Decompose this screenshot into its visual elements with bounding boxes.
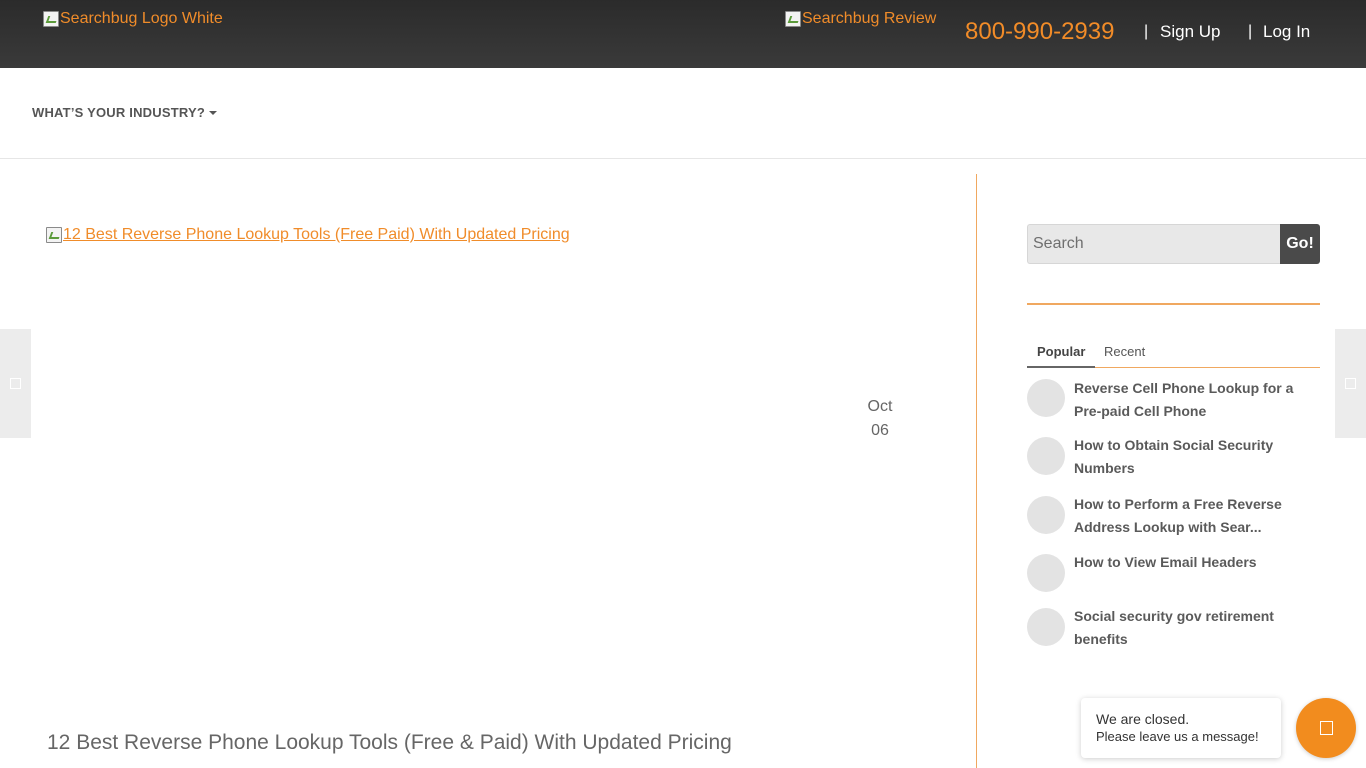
top-header-bar: Searchbug Logo White Searchbug Review 80… — [0, 0, 1366, 68]
separator: | — [1248, 23, 1253, 40]
searchbug-review-badge[interactable]: Searchbug Review — [785, 10, 936, 28]
post-thumbnail — [1027, 379, 1065, 417]
broken-image-icon — [46, 227, 62, 243]
sidebar-tabs: Popular Recent — [1027, 340, 1320, 368]
post-featured-image-link[interactable]: 12 Best Reverse Phone Lookup Tools (Free… — [46, 226, 570, 244]
popular-post-link[interactable]: Reverse Cell Phone Lookup for a Pre-paid… — [1074, 377, 1320, 423]
searchbug-logo[interactable]: Searchbug Logo White — [43, 10, 223, 28]
broken-image-icon — [43, 11, 59, 27]
chevron-right-icon — [1345, 378, 1356, 389]
post-thumbnail — [1027, 608, 1065, 646]
sidebar-divider — [1027, 303, 1320, 305]
chat-prompt-text: Please leave us a message! — [1096, 729, 1259, 744]
previous-post-arrow[interactable] — [0, 329, 31, 438]
search-input[interactable] — [1027, 224, 1281, 264]
chevron-left-icon — [10, 378, 21, 389]
popular-post-link[interactable]: How to Obtain Social Security Numbers — [1074, 434, 1320, 480]
chat-status-bubble[interactable]: We are closed. Please leave us a message… — [1081, 698, 1281, 758]
separator: | — [1144, 23, 1149, 40]
content-sidebar-divider — [976, 174, 977, 768]
phone-number-link[interactable]: 800-990-2939 — [965, 18, 1114, 46]
popular-post-link[interactable]: How to View Email Headers — [1074, 551, 1320, 574]
caret-down-icon — [208, 110, 217, 115]
broken-image-icon — [785, 11, 801, 27]
search-go-button[interactable]: Go! — [1280, 224, 1320, 264]
main-navigation: WHAT’S YOUR INDUSTRY? — [0, 68, 1366, 159]
post-date-month: Oct — [867, 398, 893, 415]
post-thumbnail — [1027, 496, 1065, 534]
chat-status-text: We are closed. — [1096, 711, 1190, 727]
review-alt-text: Searchbug Review — [802, 10, 937, 27]
chat-icon — [1319, 721, 1333, 735]
post-thumbnail — [1027, 437, 1065, 475]
sign-up-link[interactable]: Sign Up — [1160, 22, 1220, 42]
active-tab-indicator — [1027, 366, 1095, 368]
popular-post-link[interactable]: How to Perform a Free Reverse Address Lo… — [1074, 493, 1320, 539]
post-thumbnail — [1027, 554, 1065, 592]
log-in-link[interactable]: Log In — [1263, 22, 1310, 42]
tab-recent[interactable]: Recent — [1104, 344, 1145, 359]
chat-open-button[interactable] — [1296, 698, 1356, 758]
post-date-day: 06 — [871, 422, 889, 439]
post-image-alt-text: 12 Best Reverse Phone Lookup Tools (Free… — [63, 226, 570, 243]
logo-alt-text: Searchbug Logo White — [60, 10, 223, 27]
industry-dropdown[interactable]: WHAT’S YOUR INDUSTRY? — [32, 105, 217, 120]
next-post-arrow[interactable] — [1335, 329, 1366, 438]
industry-dropdown-label: WHAT’S YOUR INDUSTRY? — [32, 105, 205, 120]
post-title-link[interactable]: 12 Best Reverse Phone Lookup Tools (Free… — [47, 731, 732, 755]
popular-post-link[interactable]: Social security gov retirement benefits — [1074, 605, 1320, 651]
tab-popular[interactable]: Popular — [1037, 344, 1085, 359]
post-date: Oct 06 — [860, 395, 900, 443]
